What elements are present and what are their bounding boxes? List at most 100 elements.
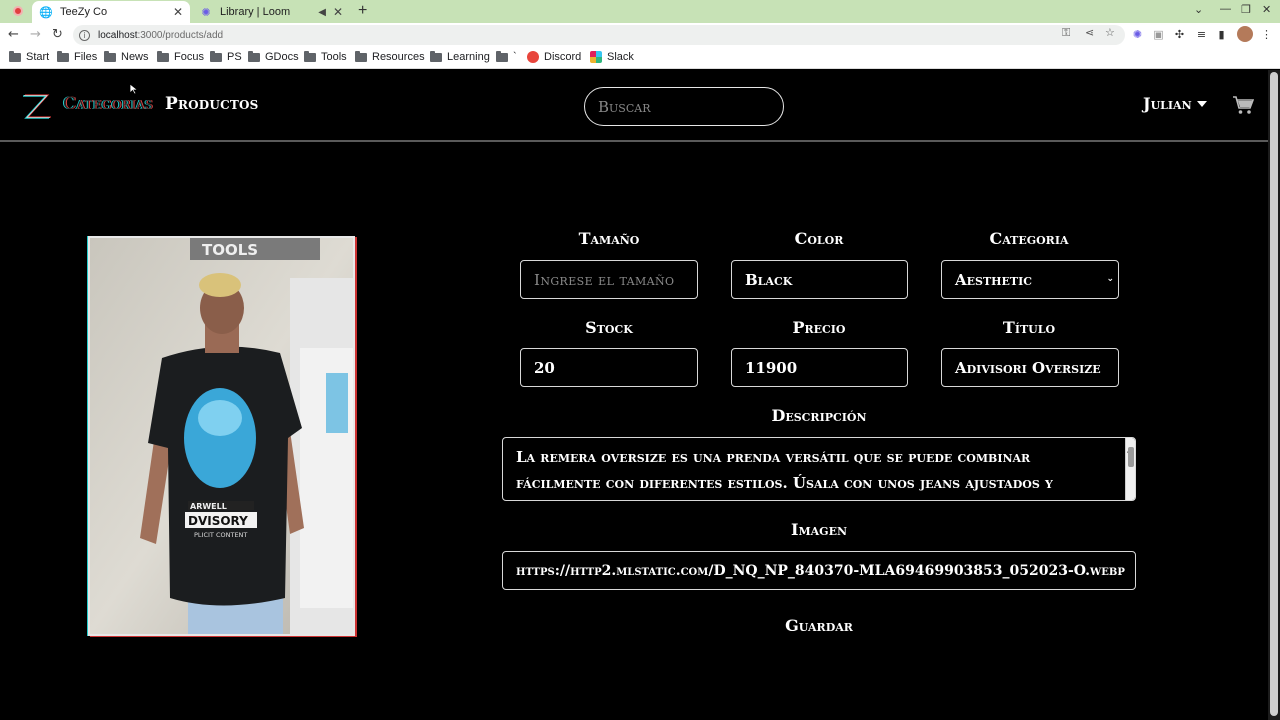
slack-icon bbox=[590, 51, 602, 63]
chevron-down-icon: ⌄ bbox=[1106, 274, 1114, 284]
tab-teezy[interactable]: 🌐 TeeZy Co ✕ bbox=[32, 1, 190, 23]
discord-icon bbox=[527, 51, 539, 63]
bookmark-files[interactable]: Files bbox=[57, 50, 97, 63]
extensions-puzzle-icon[interactable]: ✣ bbox=[1173, 28, 1186, 41]
devtools-extension-icon[interactable]: ▣ bbox=[1152, 28, 1165, 41]
page-scroll-thumb[interactable] bbox=[1270, 72, 1278, 716]
site-info-icon[interactable]: i bbox=[79, 29, 90, 41]
close-tab-icon[interactable]: ✕ bbox=[330, 5, 346, 19]
address-bar[interactable]: i localhost:3000/products/add bbox=[73, 25, 1125, 45]
color-label: Color bbox=[794, 229, 844, 248]
bookmark-ps[interactable]: PS bbox=[210, 50, 242, 63]
share-icon[interactable]: ⋖ bbox=[1085, 26, 1094, 39]
bookmark-tools[interactable]: Tools bbox=[304, 50, 347, 63]
print-line-1: ARWELL bbox=[190, 502, 227, 511]
cart-icon[interactable] bbox=[1232, 95, 1254, 115]
folder-icon bbox=[248, 50, 260, 62]
new-tab-button[interactable]: + bbox=[358, 2, 367, 20]
bookmark-focus[interactable]: Focus bbox=[157, 50, 204, 63]
loom-icon: ✺ bbox=[201, 6, 211, 19]
folder-icon bbox=[355, 50, 367, 62]
price-input[interactable]: 11900 bbox=[731, 348, 908, 387]
user-menu[interactable]: Julian bbox=[1143, 94, 1207, 113]
tab-search-icon[interactable]: ⌄ bbox=[1194, 3, 1203, 16]
folder-icon bbox=[304, 50, 316, 62]
folder-icon bbox=[104, 50, 116, 62]
profile-avatar[interactable] bbox=[1237, 26, 1253, 42]
tab-loom[interactable]: ✺ Library | Loom ◀ ✕ bbox=[192, 1, 350, 23]
recording-indicator-icon bbox=[13, 6, 23, 16]
browser-toolbar: ← → ↻ i localhost:3000/products/add ⚿ ⋖ … bbox=[0, 23, 1280, 47]
tab-title: Library | Loom bbox=[220, 6, 291, 18]
bookmark-star-icon[interactable]: ☆ bbox=[1105, 26, 1115, 39]
globe-icon: 🌐 bbox=[39, 6, 53, 19]
textarea-scrollbar[interactable]: ▲ ▼ bbox=[1125, 438, 1135, 500]
folder-icon bbox=[210, 50, 222, 62]
search-input[interactable]: Buscar bbox=[584, 87, 784, 126]
save-button[interactable]: Guardar bbox=[770, 616, 868, 635]
category-selected-value: Aesthetic bbox=[955, 270, 1033, 289]
nav-categories-link[interactable]: Categorias bbox=[63, 94, 153, 114]
url-text: localhost:3000/products/add bbox=[98, 29, 224, 41]
menu-kebab-icon[interactable]: ⋮ bbox=[1260, 28, 1273, 41]
price-label: Precio bbox=[792, 318, 846, 337]
print-line-3: PLICIT CONTENT bbox=[194, 531, 247, 539]
loom-extension-icon[interactable]: ✺ bbox=[1131, 28, 1144, 41]
bookmarks-bar: Start Files News Focus PS GDocs Tools Re… bbox=[0, 47, 1280, 69]
back-icon[interactable]: ← bbox=[8, 27, 19, 42]
user-name: Julian bbox=[1143, 94, 1192, 113]
image-label: Imagen bbox=[790, 520, 848, 539]
nav-products-link[interactable]: Productos bbox=[165, 94, 258, 114]
bookmark-start[interactable]: Start bbox=[9, 50, 49, 63]
bookmark-gdocs[interactable]: GDocs bbox=[248, 50, 299, 63]
folder-icon bbox=[496, 50, 508, 62]
bookmark-slack[interactable]: Slack bbox=[590, 51, 634, 63]
folder-icon bbox=[430, 50, 442, 62]
browser-tab-strip: 🌐 TeeZy Co ✕ ✺ Library | Loom ◀ ✕ + ⌄ — … bbox=[0, 0, 1280, 23]
caret-down-icon bbox=[1196, 100, 1207, 107]
category-select[interactable]: Aesthetic ⌄ bbox=[941, 260, 1119, 299]
logo-z-icon[interactable] bbox=[20, 92, 52, 122]
stock-input[interactable]: 20 bbox=[520, 348, 698, 387]
category-label: Categoria bbox=[989, 229, 1069, 248]
folder-icon bbox=[57, 50, 69, 62]
bookmark-discord[interactable]: Discord bbox=[527, 51, 581, 63]
sign-text: TOOLS bbox=[202, 241, 258, 259]
page-scrollbar[interactable] bbox=[1268, 70, 1280, 720]
restore-icon[interactable]: ❐ bbox=[1241, 3, 1251, 16]
site-navbar: Categorias Productos Buscar Julian bbox=[0, 70, 1268, 142]
minimize-icon[interactable]: — bbox=[1220, 3, 1231, 15]
bookmark-backtick[interactable]: ` bbox=[496, 50, 517, 63]
close-tab-icon[interactable]: ✕ bbox=[170, 5, 186, 19]
textarea-scroll-thumb[interactable] bbox=[1128, 447, 1134, 467]
product-image-preview: TOOLS ARWELL DVISORY PLICIT CONTENT bbox=[88, 236, 355, 636]
print-line-2: DVISORY bbox=[188, 514, 248, 528]
folder-icon bbox=[157, 50, 169, 62]
scroll-down-icon[interactable]: ▼ bbox=[1127, 492, 1132, 500]
bookmark-resources[interactable]: Resources bbox=[355, 50, 425, 63]
bookmark-news[interactable]: News bbox=[104, 50, 149, 63]
image-url-input[interactable]: https://http2.mlstatic.com/D_NQ_NP_84037… bbox=[502, 551, 1136, 590]
forward-icon[interactable]: → bbox=[30, 27, 41, 42]
mouse-cursor-icon bbox=[129, 83, 139, 95]
queue-icon[interactable]: ≡ bbox=[1195, 28, 1208, 41]
audio-icon[interactable]: ◀ bbox=[318, 7, 326, 18]
title-label: Título bbox=[1002, 318, 1056, 337]
title-input[interactable]: Adivisori Oversize bbox=[941, 348, 1119, 387]
tab-title: TeeZy Co bbox=[60, 6, 108, 18]
key-icon[interactable]: ⚿ bbox=[1062, 26, 1070, 40]
bookmark-learning[interactable]: Learning bbox=[430, 50, 490, 63]
description-text: La remera oversize es una prenda versáti… bbox=[516, 448, 1053, 492]
stock-label: Stock bbox=[585, 318, 633, 337]
color-input[interactable]: Black bbox=[731, 260, 908, 299]
page-content: Categorias Productos Buscar Julian TOOLS bbox=[0, 70, 1268, 720]
product-photo: TOOLS ARWELL DVISORY PLICIT CONTENT bbox=[90, 238, 353, 634]
folder-icon bbox=[9, 50, 21, 62]
description-textarea[interactable]: La remera oversize es una prenda versáti… bbox=[502, 437, 1136, 501]
description-label: Descripción bbox=[771, 406, 867, 425]
size-label: Tamaño bbox=[578, 229, 640, 248]
close-window-icon[interactable]: ✕ bbox=[1262, 3, 1271, 16]
size-input[interactable]: Ingrese el tamaño bbox=[520, 260, 698, 299]
reload-icon[interactable]: ↻ bbox=[52, 27, 63, 42]
side-panel-icon[interactable]: ▮ bbox=[1215, 28, 1228, 41]
